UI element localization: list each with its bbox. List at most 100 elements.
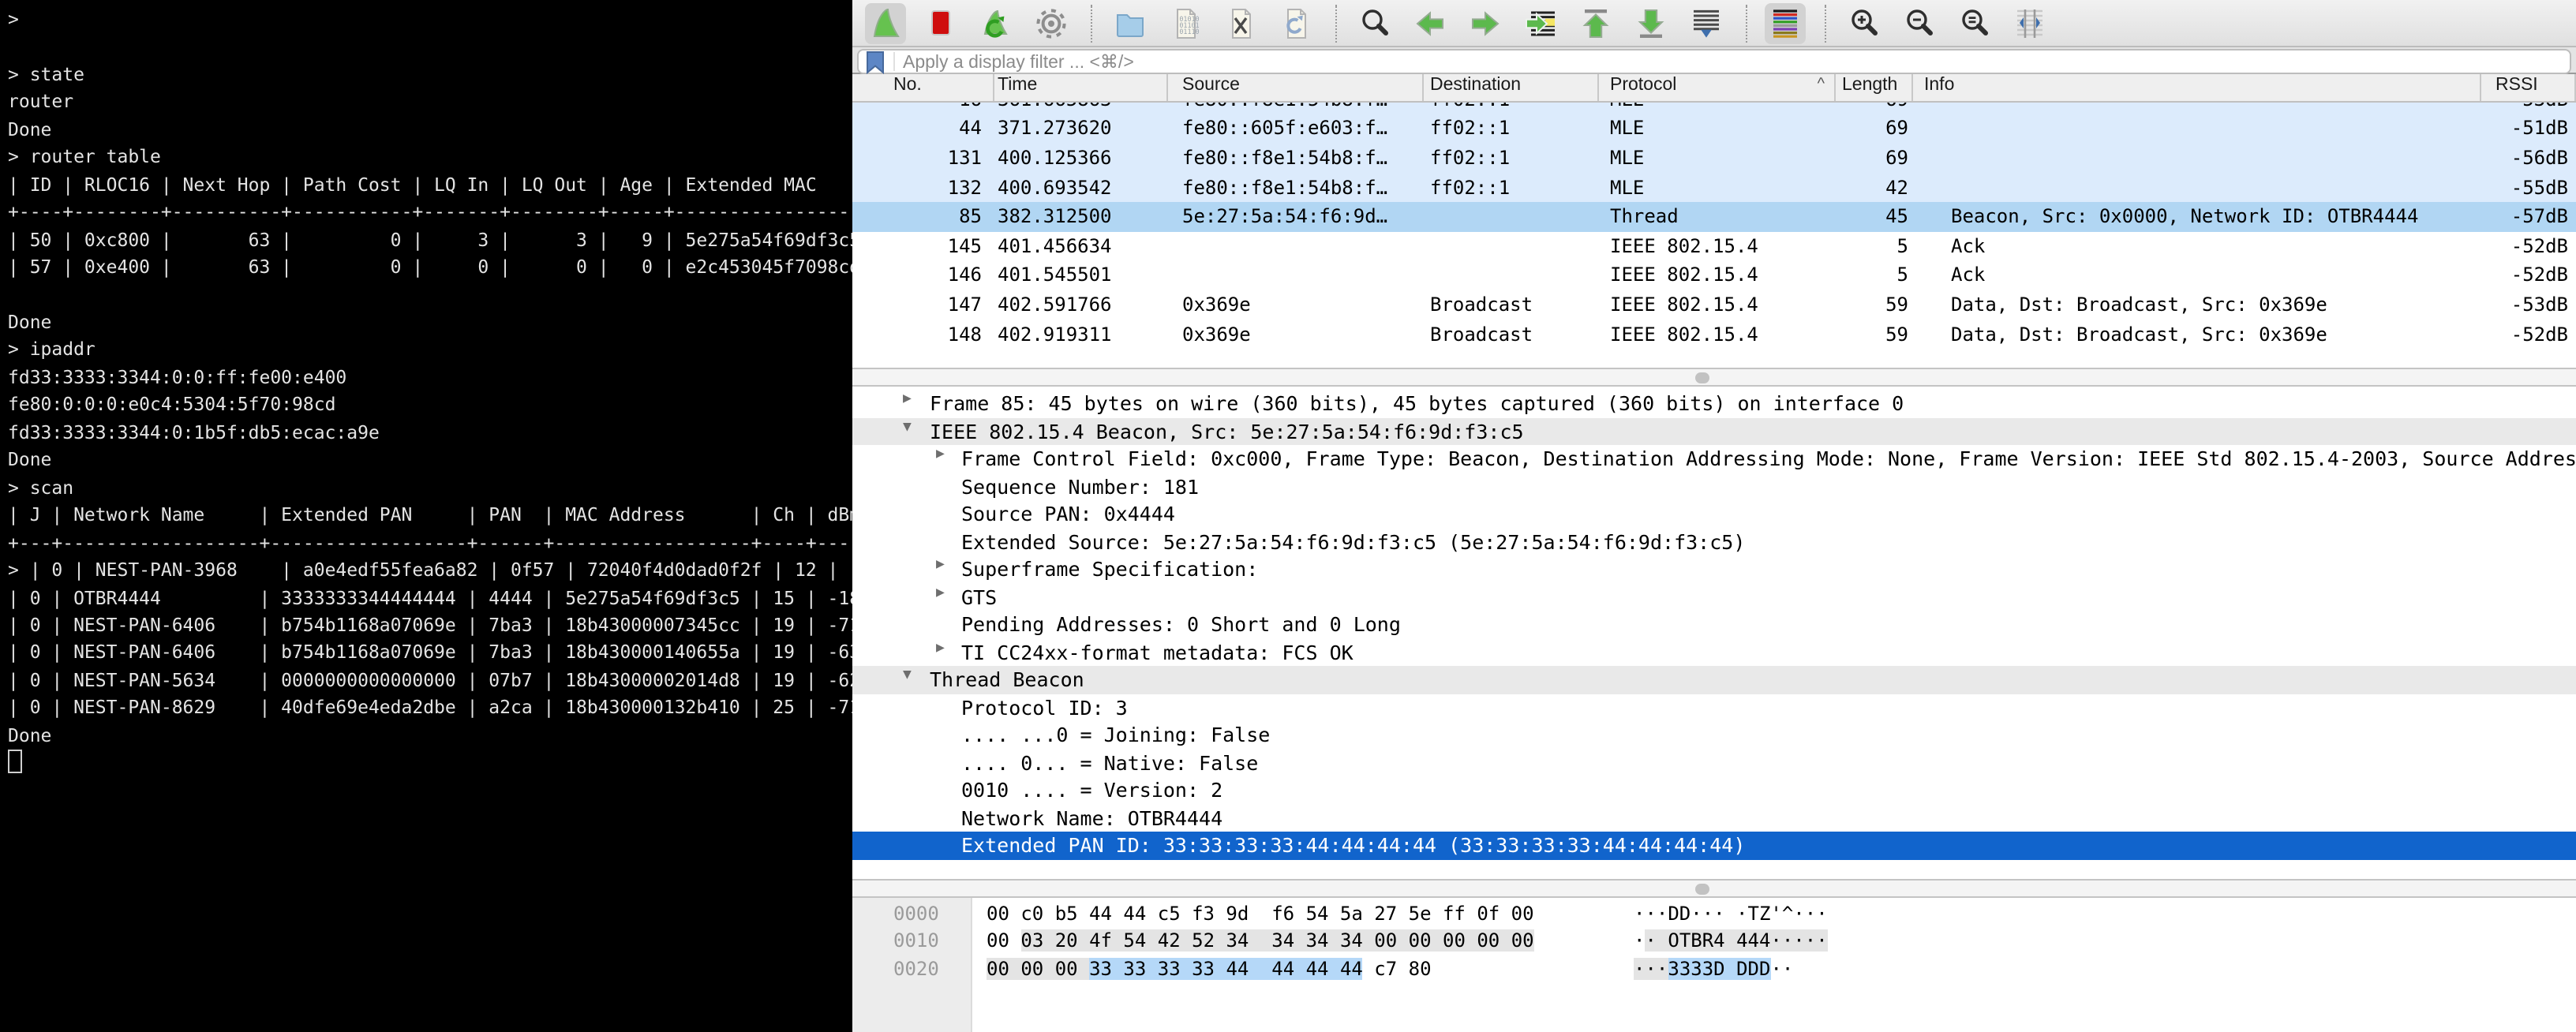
packet-rows: 16361.665863fe80::f8e1:54b8:f…ff02::1MLE… — [852, 84, 2576, 349]
packet-list-hscrollbar[interactable] — [852, 368, 2576, 387]
packet-row-148[interactable]: 148402.9193110x369eBroadcastIEEE 802.15.… — [852, 320, 2576, 349]
terminal-output: > > staterouterDone> router table| ID | … — [8, 6, 852, 779]
detail-row[interactable]: .... ...0 = Joining: False — [852, 721, 2576, 749]
scrollbar-thumb[interactable] — [1695, 372, 1709, 383]
expand-right-icon[interactable]: ▶ — [936, 640, 945, 656]
detail-row[interactable]: 0010 .... = Version: 2 — [852, 776, 2576, 804]
terminal-line: Done — [8, 117, 852, 144]
detail-row[interactable]: ▶Superframe Specification: — [852, 555, 2576, 583]
zoom-reset-button[interactable] — [1954, 2, 1995, 43]
cell-rssi: -52dB — [2481, 323, 2576, 345]
capture-options-button[interactable] — [1031, 2, 1072, 43]
expand-right-icon[interactable]: ▶ — [936, 585, 945, 600]
zoom-out-icon — [1902, 6, 1937, 40]
terminal-line — [8, 282, 852, 309]
detail-row[interactable]: Extended PAN ID: 33:33:33:33:44:44:44:44… — [852, 832, 2576, 859]
main-toolbar: 010100110101110 — [852, 0, 2576, 47]
column-header-rssi[interactable]: RSSI — [2481, 74, 2576, 101]
restart-capture-button[interactable] — [975, 2, 1017, 43]
detail-text: Sequence Number: 181 — [961, 474, 1199, 498]
column-header-source[interactable]: Source — [1168, 74, 1424, 101]
go-forward-button[interactable] — [1465, 2, 1506, 43]
detail-row[interactable]: ▶Frame 85: 45 bytes on wire (360 bits), … — [852, 390, 2576, 417]
save-file-button[interactable]: 010100110101110 — [1165, 2, 1206, 43]
cell-length: 42 — [1836, 176, 1913, 198]
detail-row[interactable]: .... 0... = Native: False — [852, 749, 2576, 776]
expand-down-icon[interactable]: ▼ — [903, 667, 912, 683]
cell-no: 44 — [852, 118, 994, 140]
cell-source: fe80::f8e1:54b8:f… — [1168, 176, 1424, 198]
go-to-bottom-button[interactable] — [1631, 2, 1672, 43]
go-to-packet-button[interactable] — [1520, 2, 1561, 43]
packet-row-146[interactable]: 146401.545501IEEE 802.15.45Ack-52dB — [852, 260, 2576, 290]
find-packet-button[interactable] — [1354, 2, 1395, 43]
column-header-info[interactable]: Info — [1913, 74, 2481, 101]
reload-file-button[interactable] — [1275, 2, 1316, 43]
cell-rssi: -51dB — [2481, 118, 2576, 140]
detail-row[interactable]: Source PAN: 0x4444 — [852, 500, 2576, 528]
hex-row-0000[interactable]: 000000 c0 b5 44 44 c5 f3 9d f6 54 5a 27 … — [852, 903, 2576, 930]
display-filter-input[interactable]: Apply a display filter ... <⌘/> — [857, 49, 2571, 74]
zoom-in-icon — [1847, 6, 1881, 40]
column-header-no[interactable]: No. — [852, 74, 994, 101]
colorize-packets-button[interactable] — [1765, 2, 1806, 43]
expand-right-icon[interactable]: ▶ — [903, 391, 912, 407]
resize-columns-button[interactable] — [2009, 2, 2050, 43]
detail-row[interactable]: Sequence Number: 181 — [852, 473, 2576, 500]
detail-text: Network Name: OTBR4444 — [961, 806, 1222, 829]
terminal-line: router — [8, 89, 852, 117]
detail-row[interactable]: ▶GTS — [852, 583, 2576, 611]
packet-row-44[interactable]: 44371.273620fe80::605f:e603:f…ff02::1MLE… — [852, 114, 2576, 143]
zoom-in-button[interactable] — [1844, 2, 1885, 43]
packet-row-147[interactable]: 147402.5917660x369eBroadcastIEEE 802.15.… — [852, 290, 2576, 320]
detail-row[interactable]: ▼Thread Beacon — [852, 666, 2576, 694]
start-capture-button[interactable] — [865, 2, 906, 43]
bookmark-icon[interactable] — [865, 52, 895, 71]
close-file-button[interactable] — [1220, 2, 1261, 43]
cell-time: 400.693542 — [994, 176, 1168, 198]
toolbar-separator — [1335, 4, 1339, 42]
detail-row[interactable]: ▼IEEE 802.15.4 Beacon, Src: 5e:27:5a:54:… — [852, 417, 2576, 445]
hex-dump-pane: 000000 c0 b5 44 44 c5 f3 9d f6 54 5a 27 … — [852, 898, 2576, 1032]
terminal-window[interactable]: > > staterouterDone> router table| ID | … — [0, 0, 852, 1032]
toolbar-separator — [1746, 4, 1749, 42]
save-file-icon: 010100110101110 — [1168, 6, 1203, 40]
scrollbar-thumb[interactable] — [1695, 884, 1709, 895]
column-header-protocol[interactable]: Protocol^ — [1599, 74, 1836, 101]
stop-capture-button[interactable] — [920, 2, 961, 43]
detail-row[interactable]: Protocol ID: 3 — [852, 694, 2576, 721]
close-file-icon — [1223, 6, 1258, 40]
detail-row[interactable]: Extended Source: 5e:27:5a:54:f6:9d:f3:c5… — [852, 528, 2576, 555]
cell-rssi: -57dB — [2481, 206, 2576, 228]
column-header-time[interactable]: Time — [994, 74, 1168, 101]
details-hscrollbar[interactable] — [852, 879, 2576, 898]
auto-scroll-button[interactable] — [1686, 2, 1727, 43]
packet-row-145[interactable]: 145401.456634IEEE 802.15.45Ack-52dB — [852, 231, 2576, 260]
sort-indicator-icon: ^ — [1818, 76, 1825, 93]
detail-row[interactable]: Pending Addresses: 0 Short and 0 Long — [852, 611, 2576, 638]
go-back-button[interactable] — [1410, 2, 1451, 43]
cell-protocol: MLE — [1599, 147, 1836, 169]
detail-row[interactable]: ▶TI CC24xx-format metadata: FCS OK — [852, 638, 2576, 666]
hex-row-0010[interactable]: 001000 03 20 4f 54 42 52 34 34 34 34 00 … — [852, 930, 2576, 958]
column-header-length[interactable]: Length — [1836, 74, 1913, 101]
cell-no: 85 — [852, 206, 994, 228]
filter-bar: Apply a display filter ... <⌘/> — [852, 47, 2576, 74]
expand-down-icon[interactable]: ▼ — [903, 419, 912, 435]
expand-right-icon[interactable]: ▶ — [936, 557, 945, 573]
go-to-top-button[interactable] — [1575, 2, 1616, 43]
detail-row[interactable]: ▶Frame Control Field: 0xc000, Frame Type… — [852, 445, 2576, 473]
cell-no: 146 — [852, 264, 994, 286]
open-file-button[interactable] — [1110, 2, 1151, 43]
expand-right-icon[interactable]: ▶ — [936, 447, 945, 462]
packet-row-131[interactable]: 131400.125366fe80::f8e1:54b8:f…ff02::1ML… — [852, 144, 2576, 173]
terminal-line: fd33:3333:3344:0:0:ff:fe00:e400 — [8, 365, 852, 392]
capture-options-icon — [1034, 6, 1069, 40]
zoom-out-button[interactable] — [1899, 2, 1940, 43]
packet-row-85[interactable]: 85382.3125005e:27:5a:54:f6:9d…Thread45Be… — [852, 202, 2576, 231]
column-header-destination[interactable]: Destination — [1424, 74, 1599, 101]
hex-row-0020[interactable]: 002000 00 00 33 33 33 33 44 44 44 44 c7 … — [852, 958, 2576, 985]
detail-text: .... 0... = Native: False — [961, 750, 1258, 774]
detail-row[interactable]: Network Name: OTBR4444 — [852, 804, 2576, 832]
packet-row-132[interactable]: 132400.693542fe80::f8e1:54b8:f…ff02::1ML… — [852, 173, 2576, 202]
